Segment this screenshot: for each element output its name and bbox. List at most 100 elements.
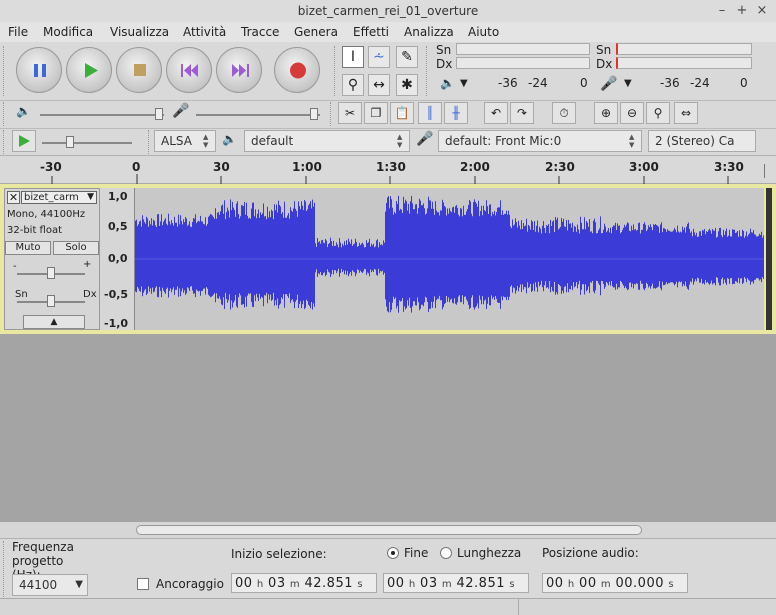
stop-button[interactable] <box>116 47 162 93</box>
record-meter-left[interactable] <box>616 43 752 55</box>
snap-label: Ancoraggio <box>156 577 224 591</box>
toolbar-grip[interactable] <box>3 46 7 96</box>
slider-thumb[interactable] <box>310 108 318 120</box>
sync-lock-button[interactable]: ⏱ <box>552 102 576 124</box>
hours-value: 00 <box>387 576 405 591</box>
toolbar-grip[interactable] <box>3 102 7 126</box>
slider-thumb[interactable] <box>47 295 55 307</box>
menu-tracce[interactable]: Tracce <box>241 22 279 42</box>
selection-start-time[interactable]: 00 h 03 m 42.851 s <box>231 573 377 593</box>
toolbar-grip[interactable] <box>334 46 338 96</box>
toolbar-grip[interactable] <box>3 541 7 597</box>
length-radio[interactable] <box>440 547 452 559</box>
timeline-ruler[interactable]: -30 0 30 1:00 1:30 2:00 2:30 3:00 3:30 <box>0 156 776 184</box>
track-name-menu[interactable]: bizet_carm ▼ <box>21 191 97 204</box>
status-bar <box>0 598 776 615</box>
record-volume-slider[interactable] <box>196 114 320 116</box>
toolbar-grip[interactable] <box>148 130 152 154</box>
envelope-tool[interactable]: ⩪ <box>368 46 390 68</box>
slider-thumb[interactable] <box>47 267 55 279</box>
speaker-icon: 🔈 <box>222 132 237 146</box>
ruler-label: 3:30 <box>714 160 744 174</box>
play-speed-slider[interactable] <box>42 142 132 144</box>
ruler-end-marker <box>764 164 774 178</box>
seconds-value: 00.000 <box>615 576 664 591</box>
project-rate-value: 44100 <box>19 578 58 592</box>
undo-button[interactable]: ↶ <box>484 102 508 124</box>
minimize-button[interactable]: – <box>714 3 730 19</box>
redo-button[interactable]: ↷ <box>510 102 534 124</box>
scrollbar-thumb[interactable] <box>136 525 642 535</box>
snap-checkbox[interactable] <box>137 578 149 590</box>
record-button[interactable] <box>274 47 320 93</box>
audio-track[interactable]: ✕ bizet_carm ▼ Mono, 44100Hz 32-bit floa… <box>0 184 776 334</box>
menu-analizza[interactable]: Analizza <box>404 22 454 42</box>
empty-track-area[interactable] <box>0 334 776 522</box>
menu-aiuto[interactable]: Aiuto <box>468 22 499 42</box>
selection-end-time[interactable]: 00 h 03 m 42.851 s <box>383 573 529 593</box>
skip-end-button[interactable] <box>216 47 262 93</box>
end-radio[interactable] <box>387 547 399 559</box>
close-button[interactable]: × <box>754 3 770 19</box>
zoom-out-button[interactable]: ⊖ <box>620 102 644 124</box>
menu-attivita[interactable]: Attività <box>183 22 226 42</box>
playback-meter-right[interactable] <box>456 57 590 69</box>
toolbar-grip[interactable] <box>330 102 334 126</box>
record-meter-right[interactable] <box>616 57 752 69</box>
maximize-button[interactable]: + <box>734 3 750 19</box>
project-rate-select[interactable]: 44100 ▼ <box>12 574 88 596</box>
scale-label: -1,0 <box>104 317 129 330</box>
play-at-speed-button[interactable] <box>12 130 36 152</box>
mute-button[interactable]: Muto <box>5 241 51 255</box>
zoom-in-button[interactable]: ⊕ <box>594 102 618 124</box>
pause-button[interactable] <box>16 47 62 93</box>
cut-button[interactable]: ✂ <box>338 102 362 124</box>
draw-tool[interactable]: ✎ <box>396 46 418 68</box>
slider-thumb[interactable] <box>155 108 163 120</box>
zoom-tool[interactable]: ⚲ <box>342 74 364 96</box>
fit-project-button[interactable]: ⇔ <box>674 102 698 124</box>
playback-meter-left[interactable] <box>456 43 590 55</box>
menu-visualizza[interactable]: Visualizza <box>110 22 169 42</box>
horizontal-scrollbar[interactable] <box>0 522 776 538</box>
asterisk-icon: ✱ <box>401 77 413 93</box>
collapse-track-button[interactable]: ▲ <box>23 315 85 329</box>
microphone-icon: 🎤 <box>600 76 618 92</box>
silence-icon: ╫ <box>452 106 460 120</box>
toolbar-grip[interactable] <box>3 130 7 154</box>
silence-button[interactable]: ╫ <box>444 102 468 124</box>
menu-file[interactable]: File <box>8 22 28 42</box>
solo-button[interactable]: Solo <box>53 241 99 255</box>
selection-tool[interactable]: Ι <box>342 46 364 68</box>
copy-button[interactable]: ❐ <box>364 102 388 124</box>
slider-thumb[interactable] <box>66 136 74 148</box>
chevron-down-icon[interactable]: ▼ <box>460 78 468 89</box>
hours-unit: h <box>567 579 575 590</box>
paste-button[interactable]: 📋 <box>390 102 414 124</box>
chevron-down-icon[interactable]: ▼ <box>624 78 632 89</box>
fit-selection-button[interactable]: ⚲ <box>646 102 670 124</box>
output-device-select[interactable]: default ▲ ▼ <box>244 130 410 152</box>
menu-effetti[interactable]: Effetti <box>353 22 389 42</box>
status-divider <box>518 599 519 615</box>
channels-select[interactable]: 2 (Stereo) Ca <box>648 130 756 152</box>
meter-left-label: Sn <box>436 43 452 57</box>
waveform-area[interactable] <box>135 188 764 330</box>
track-format: Mono, 44100Hz <box>7 209 86 220</box>
host-select[interactable]: ALSA ▲ ▼ <box>154 130 216 152</box>
play-button[interactable] <box>66 47 112 93</box>
track-close-button[interactable]: ✕ <box>7 191 20 204</box>
trim-button[interactable]: ║ <box>418 102 442 124</box>
pencil-icon: ✎ <box>401 49 413 65</box>
toolbar-grip[interactable] <box>426 46 430 96</box>
playback-meter-scale-36: -36 <box>498 76 518 90</box>
multi-tool[interactable]: ✱ <box>396 74 418 96</box>
playback-volume-slider[interactable] <box>40 114 164 116</box>
input-device-select[interactable]: default: Front Mic:0 ▲ ▼ <box>438 130 642 152</box>
menu-modifica[interactable]: Modifica <box>43 22 93 42</box>
audio-position-time[interactable]: 00 h 00 m 00.000 s <box>542 573 688 593</box>
skip-start-button[interactable] <box>166 47 212 93</box>
double-arrow-icon: ↔ <box>373 77 385 93</box>
timeshift-tool[interactable]: ↔ <box>368 74 390 96</box>
menu-genera[interactable]: Genera <box>294 22 338 42</box>
